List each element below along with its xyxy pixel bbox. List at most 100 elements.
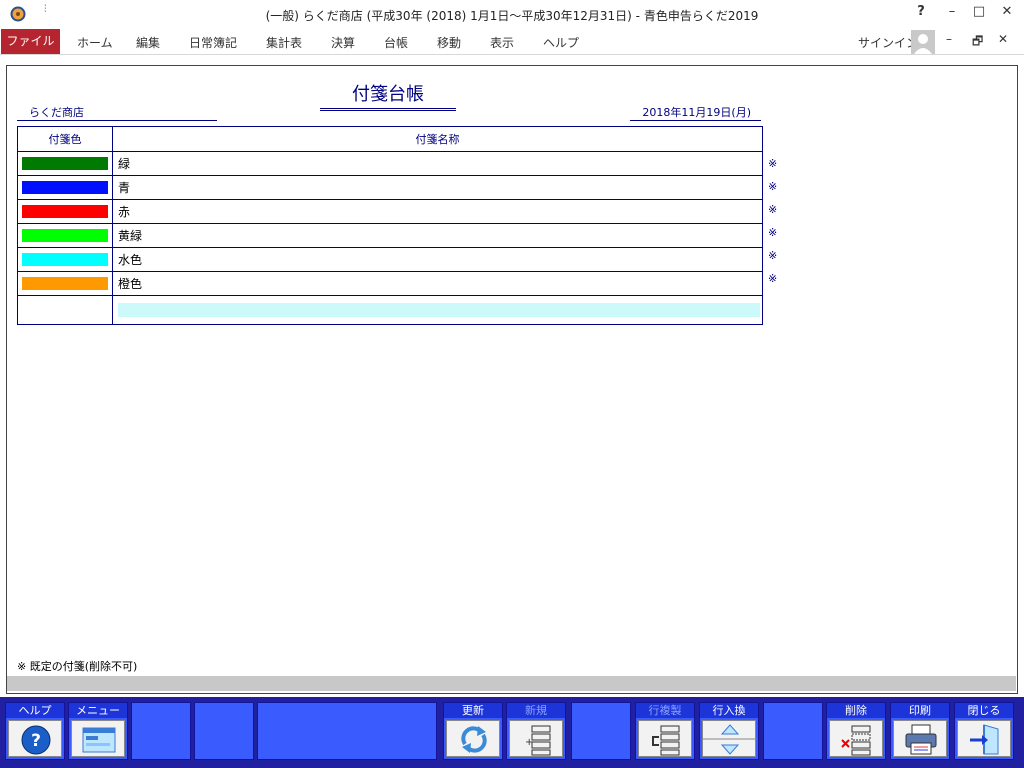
close-button[interactable]: ✕ (996, 4, 1018, 24)
color-swatch (22, 181, 108, 194)
color-cell[interactable] (17, 151, 113, 176)
copy-row-fkey-button[interactable]: 行複製 (635, 702, 695, 760)
column-header-color: 付箋色 (17, 126, 113, 152)
default-mark: ※ (768, 203, 778, 216)
menu-fkey-button[interactable]: メニュー (68, 702, 128, 760)
empty-fkey-slot (257, 702, 437, 760)
color-swatch (22, 157, 108, 170)
help-icon[interactable]: ? (910, 4, 932, 24)
name-cell[interactable]: 橙色 (112, 271, 763, 296)
ribbon-menu-bar: ファイル ホーム 編集 日常簿記 集計表 決算 台帳 移動 表示 ヘルプ サイン… (0, 29, 1024, 55)
menu-ledger[interactable]: 台帳 (384, 34, 408, 51)
fkey-icon-area (829, 720, 883, 757)
fkey-label: 削除 (827, 703, 885, 718)
empty-fkey-slot (571, 702, 631, 760)
minimize-button[interactable]: – (941, 4, 963, 24)
new-color-cell[interactable] (17, 295, 113, 325)
default-mark: ※ (768, 249, 778, 262)
default-mark: ※ (768, 157, 778, 170)
table-row[interactable]: 水色 (17, 247, 763, 272)
menu-summary[interactable]: 集計表 (266, 34, 302, 51)
fkey-icon-area (638, 720, 692, 757)
title-bar: ⫶ (一般) らくだ商店 (平成30年 (2018) 1月1日～平成30年12月… (0, 0, 1024, 29)
default-mark: ※ (768, 180, 778, 193)
table-row[interactable]: 黄緑 (17, 223, 763, 248)
doc-close-button[interactable]: ✕ (998, 32, 1008, 46)
fkey-icon-area (893, 720, 947, 757)
color-swatch (22, 229, 108, 242)
fkey-label: 新規 (507, 703, 565, 718)
fkey-label: 行入換 (700, 703, 758, 718)
column-header-name: 付箋名称 (112, 126, 763, 152)
printer-icon (905, 724, 937, 755)
print-fkey-button[interactable]: 印刷 (890, 702, 950, 760)
fkey-icon-area: ? (8, 720, 62, 757)
color-cell[interactable] (17, 199, 113, 224)
name-cell[interactable]: 赤 (112, 199, 763, 224)
table-row[interactable]: 緑 (17, 151, 763, 176)
new-name-cell[interactable] (112, 295, 763, 325)
menu-edit[interactable]: 編集 (136, 34, 160, 51)
fkey-label: 更新 (444, 703, 502, 718)
table-row[interactable]: 青 (17, 175, 763, 200)
empty-fkey-slot (131, 702, 191, 760)
color-cell[interactable] (17, 271, 113, 296)
function-key-bar: ヘルプ ? メニュー 更新 新規 + 行複製 行入換 削除 印刷 閉じる (0, 697, 1024, 768)
table-row[interactable]: 橙色 (17, 271, 763, 296)
menu-move[interactable]: 移動 (437, 34, 461, 51)
help-fkey-button[interactable]: ヘルプ ? (5, 702, 65, 760)
fkey-label: 行複製 (636, 703, 694, 718)
menu-file[interactable]: ファイル (1, 29, 60, 54)
svg-text:?: ? (31, 731, 41, 751)
avatar-icon[interactable] (911, 30, 935, 54)
status-strip (7, 676, 1016, 691)
menu-daily-bookkeeping[interactable]: 日常簿記 (189, 34, 237, 51)
tag-table: 付箋色 付箋名称 緑 青 赤 黄緑 水色 橙色 (17, 126, 763, 325)
color-swatch (22, 277, 108, 290)
name-cell[interactable]: 黄緑 (112, 223, 763, 248)
name-cell[interactable]: 水色 (112, 247, 763, 272)
color-cell[interactable] (17, 175, 113, 200)
page-title: 付箋台帳 (320, 80, 456, 111)
swap-rows-icon (703, 724, 757, 755)
new-table-row[interactable] (17, 295, 763, 325)
menu-home[interactable]: ホーム (77, 34, 113, 51)
fkey-label: 印刷 (891, 703, 949, 718)
doc-minimize-button[interactable]: – (946, 32, 952, 46)
color-swatch (22, 205, 108, 218)
empty-fkey-slot (194, 702, 254, 760)
default-mark: ※ (768, 272, 778, 285)
default-mark: ※ (768, 226, 778, 239)
exit-door-icon (970, 724, 999, 755)
refresh-arrows-icon (461, 726, 487, 753)
color-cell[interactable] (17, 247, 113, 272)
update-fkey-button[interactable]: 更新 (443, 702, 503, 760)
delete-row-icon (841, 725, 871, 756)
name-cell[interactable]: 緑 (112, 151, 763, 176)
swap-rows-fkey-button[interactable]: 行入換 (699, 702, 759, 760)
sign-in-link[interactable]: サインイン (858, 34, 918, 51)
delete-fkey-button[interactable]: 削除 (826, 702, 886, 760)
new-tag-name-input[interactable] (118, 303, 760, 317)
fkey-icon-area (71, 720, 125, 757)
new-record-icon: + (525, 725, 551, 756)
fkey-icon-area (957, 720, 1011, 757)
svg-text:+: + (525, 737, 533, 748)
close-fkey-button[interactable]: 閉じる (954, 702, 1014, 760)
copy-row-icon (652, 725, 680, 756)
table-row[interactable]: 赤 (17, 199, 763, 224)
maximize-button[interactable]: □ (968, 4, 990, 24)
fkey-label: ヘルプ (6, 703, 64, 718)
shop-name: らくだ商店 (17, 104, 217, 121)
fkey-icon-area (446, 720, 500, 757)
name-cell[interactable]: 青 (112, 175, 763, 200)
doc-restore-button[interactable]: 🗗 (972, 32, 983, 53)
menu-view[interactable]: 表示 (490, 34, 514, 51)
color-cell[interactable] (17, 223, 113, 248)
menu-settlement[interactable]: 決算 (331, 34, 355, 51)
window-title: (一般) らくだ商店 (平成30年 (2018) 1月1日～平成30年12月31… (265, 9, 759, 23)
help-circle-icon: ? (21, 725, 51, 755)
menu-help[interactable]: ヘルプ (543, 34, 579, 51)
new-fkey-button[interactable]: 新規 + (506, 702, 566, 760)
fkey-icon-area: + (509, 720, 563, 757)
